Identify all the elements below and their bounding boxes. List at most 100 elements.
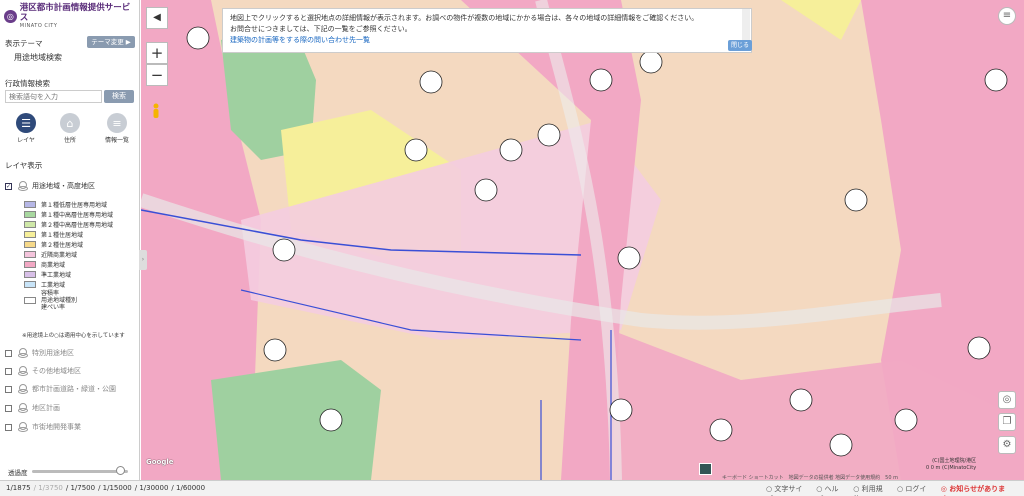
legend-label: 第１種中高層住居専用地域 <box>41 211 114 219</box>
app-root: ◎ 港区都市計画情報提供サービス MINATO CITY 表示テーマ テーマ変更… <box>0 0 1024 496</box>
layers-icon: ❐ <box>1002 416 1012 427</box>
layer-label: 市街地開発事業 <box>32 423 81 431</box>
legend-swatch <box>24 296 36 304</box>
layer-row-youto[interactable]: ✓ 用途地域・高度地区 <box>5 181 95 191</box>
legend-label: 準工業地域 <box>41 271 72 279</box>
layer-label: 地区計画 <box>32 404 60 412</box>
hamburger-icon: ≡ <box>1002 10 1012 21</box>
collapse-panel-button[interactable]: ◀ <box>146 7 168 29</box>
legend-swatch <box>24 220 36 228</box>
zone-marker <box>844 188 868 212</box>
satellite-toggle-button[interactable] <box>699 463 712 475</box>
layer-pin-icon <box>18 384 28 394</box>
scale-option[interactable]: / 1/60000 <box>171 484 205 492</box>
home-icon: ⌂ <box>60 113 80 133</box>
zone-marker <box>894 408 918 432</box>
layer-row-sonota[interactable]: その他地域地区 <box>5 366 81 376</box>
footer-link[interactable]: ○ ヘルプ <box>816 484 844 496</box>
legend-item: 第２種住居地域 <box>24 239 113 249</box>
map-canvas[interactable] <box>141 0 1024 480</box>
location-button[interactable]: ◎ <box>998 391 1016 409</box>
theme-change-button[interactable]: テーマ変更 ▶ <box>87 36 135 48</box>
checkbox-icon[interactable] <box>5 349 12 357</box>
zoom-out-button[interactable]: − <box>146 64 168 86</box>
legend-swatch <box>24 250 36 258</box>
search-input[interactable] <box>5 90 102 103</box>
scale-option[interactable]: / 1/7500 <box>66 484 95 492</box>
app-logo[interactable]: ◎ 港区都市計画情報提供サービス MINATO CITY <box>4 3 136 29</box>
opacity-slider-track[interactable] <box>32 470 128 473</box>
layer-row-chiku[interactable]: 地区計画 <box>5 403 60 413</box>
menu-button[interactable]: ≡ <box>998 7 1016 25</box>
legend-label: 第１種住居地域 <box>41 231 84 239</box>
opacity-label: 透過度 <box>8 469 28 477</box>
pegman-icon[interactable] <box>152 103 160 119</box>
opacity-slider-thumb[interactable] <box>116 466 126 475</box>
city-emblem-icon: ◎ <box>4 9 17 23</box>
layers-title: レイヤ表示 <box>5 161 43 170</box>
scale-option[interactable]: / 1/3750 <box>34 484 63 492</box>
legend-swatch <box>24 200 36 208</box>
legend-item: 第１種中高層住居専用地域 <box>24 209 113 219</box>
checkbox-icon[interactable] <box>5 385 12 393</box>
legend-swatch <box>24 230 36 238</box>
nav-address[interactable]: ⌂ 住所 <box>56 113 84 144</box>
notice-link[interactable]: 建築物の計画等をする際の問い合わせ先一覧 <box>230 35 733 46</box>
bottom-bar: 1/1875/ 1/3750/ 1/7500/ 1/15000/ 1/30000… <box>0 480 1024 496</box>
checkbox-checked-icon[interactable]: ✓ <box>5 182 12 190</box>
layer-pin-icon <box>18 403 28 413</box>
layer-pin-icon <box>18 422 28 432</box>
checkbox-icon[interactable] <box>5 423 12 431</box>
scale-selector: 1/1875/ 1/3750/ 1/7500/ 1/15000/ 1/30000… <box>6 484 208 492</box>
legend-label: 商業地域 <box>41 261 66 269</box>
nav-info-list[interactable]: ≡ 情報一覧 <box>101 113 133 144</box>
layer-row-shigaichi[interactable]: 市街地開発事業 <box>5 422 81 432</box>
chevron-right-icon: › <box>141 256 145 263</box>
zone-marker <box>404 138 428 162</box>
legend-label: 第１種低層住居専用地域 <box>41 201 108 209</box>
zone-marker <box>263 338 287 362</box>
checkbox-icon[interactable] <box>5 367 12 375</box>
layer-row-doro[interactable]: 都市計画道路・緑道・公園 <box>5 384 116 394</box>
legend-item: 商業地域 <box>24 259 113 269</box>
notice-line2: お問合せにつきましては、下記の一覧をご参照ください。 <box>230 25 412 33</box>
nav-layers-label: レイヤ <box>17 137 35 144</box>
zone-marker <box>537 123 561 147</box>
gear-icon: ⚙ <box>1002 439 1012 450</box>
notice-close-button[interactable]: 閉じる <box>728 40 752 51</box>
zone-marker <box>272 238 296 262</box>
notice-panel: 地図上でクリックすると選択地点の詳細情報が表示されます。お調べの物件が複数の地域… <box>222 8 752 53</box>
footer-link[interactable]: ○ 利用規約 <box>853 484 888 496</box>
legend-label: 第２種住居地域 <box>41 241 84 249</box>
layer-pin-icon <box>18 181 28 191</box>
zone-marker <box>639 50 663 74</box>
zone-marker <box>319 408 343 432</box>
layer-label: 都市計画道路・緑道・公園 <box>32 385 116 393</box>
sidebar: ◎ 港区都市計画情報提供サービス MINATO CITY 表示テーマ テーマ変更… <box>0 0 140 480</box>
scale-option[interactable]: 1/1875 <box>6 484 31 492</box>
footer-link[interactable]: ○ 文字サイズ <box>766 484 807 496</box>
zone-marker <box>499 138 523 162</box>
sidebar-collapse-tab[interactable]: › <box>139 250 147 270</box>
search-button[interactable]: 検索 <box>104 90 134 103</box>
nav-info-list-label: 情報一覧 <box>104 137 129 144</box>
chevron-left-icon: ◀ <box>153 12 161 23</box>
zone-marker <box>967 336 991 360</box>
footer-link[interactable]: ◎ お知らせがあります。 <box>941 484 1015 496</box>
plus-icon: + <box>150 44 164 62</box>
layers-button[interactable]: ❐ <box>998 413 1016 431</box>
legend-swatch <box>24 260 36 268</box>
scale-option[interactable]: / 1/15000 <box>98 484 132 492</box>
zone-marker <box>984 68 1008 92</box>
zone-marker <box>617 246 641 270</box>
scale-option[interactable]: / 1/30000 <box>135 484 169 492</box>
list-icon: ☰ <box>16 113 36 133</box>
google-logo: Google <box>146 458 174 466</box>
footer-link[interactable]: ○ ログイン <box>897 484 932 496</box>
layer-row-tokubetsu[interactable]: 特別用途地区 <box>5 348 74 358</box>
legend-item: 工業地域 <box>24 279 113 289</box>
nav-layers[interactable]: ☰ レイヤ <box>12 113 40 144</box>
zoom-in-button[interactable]: + <box>146 42 168 64</box>
settings-button[interactable]: ⚙ <box>998 436 1016 454</box>
checkbox-icon[interactable] <box>5 404 12 412</box>
